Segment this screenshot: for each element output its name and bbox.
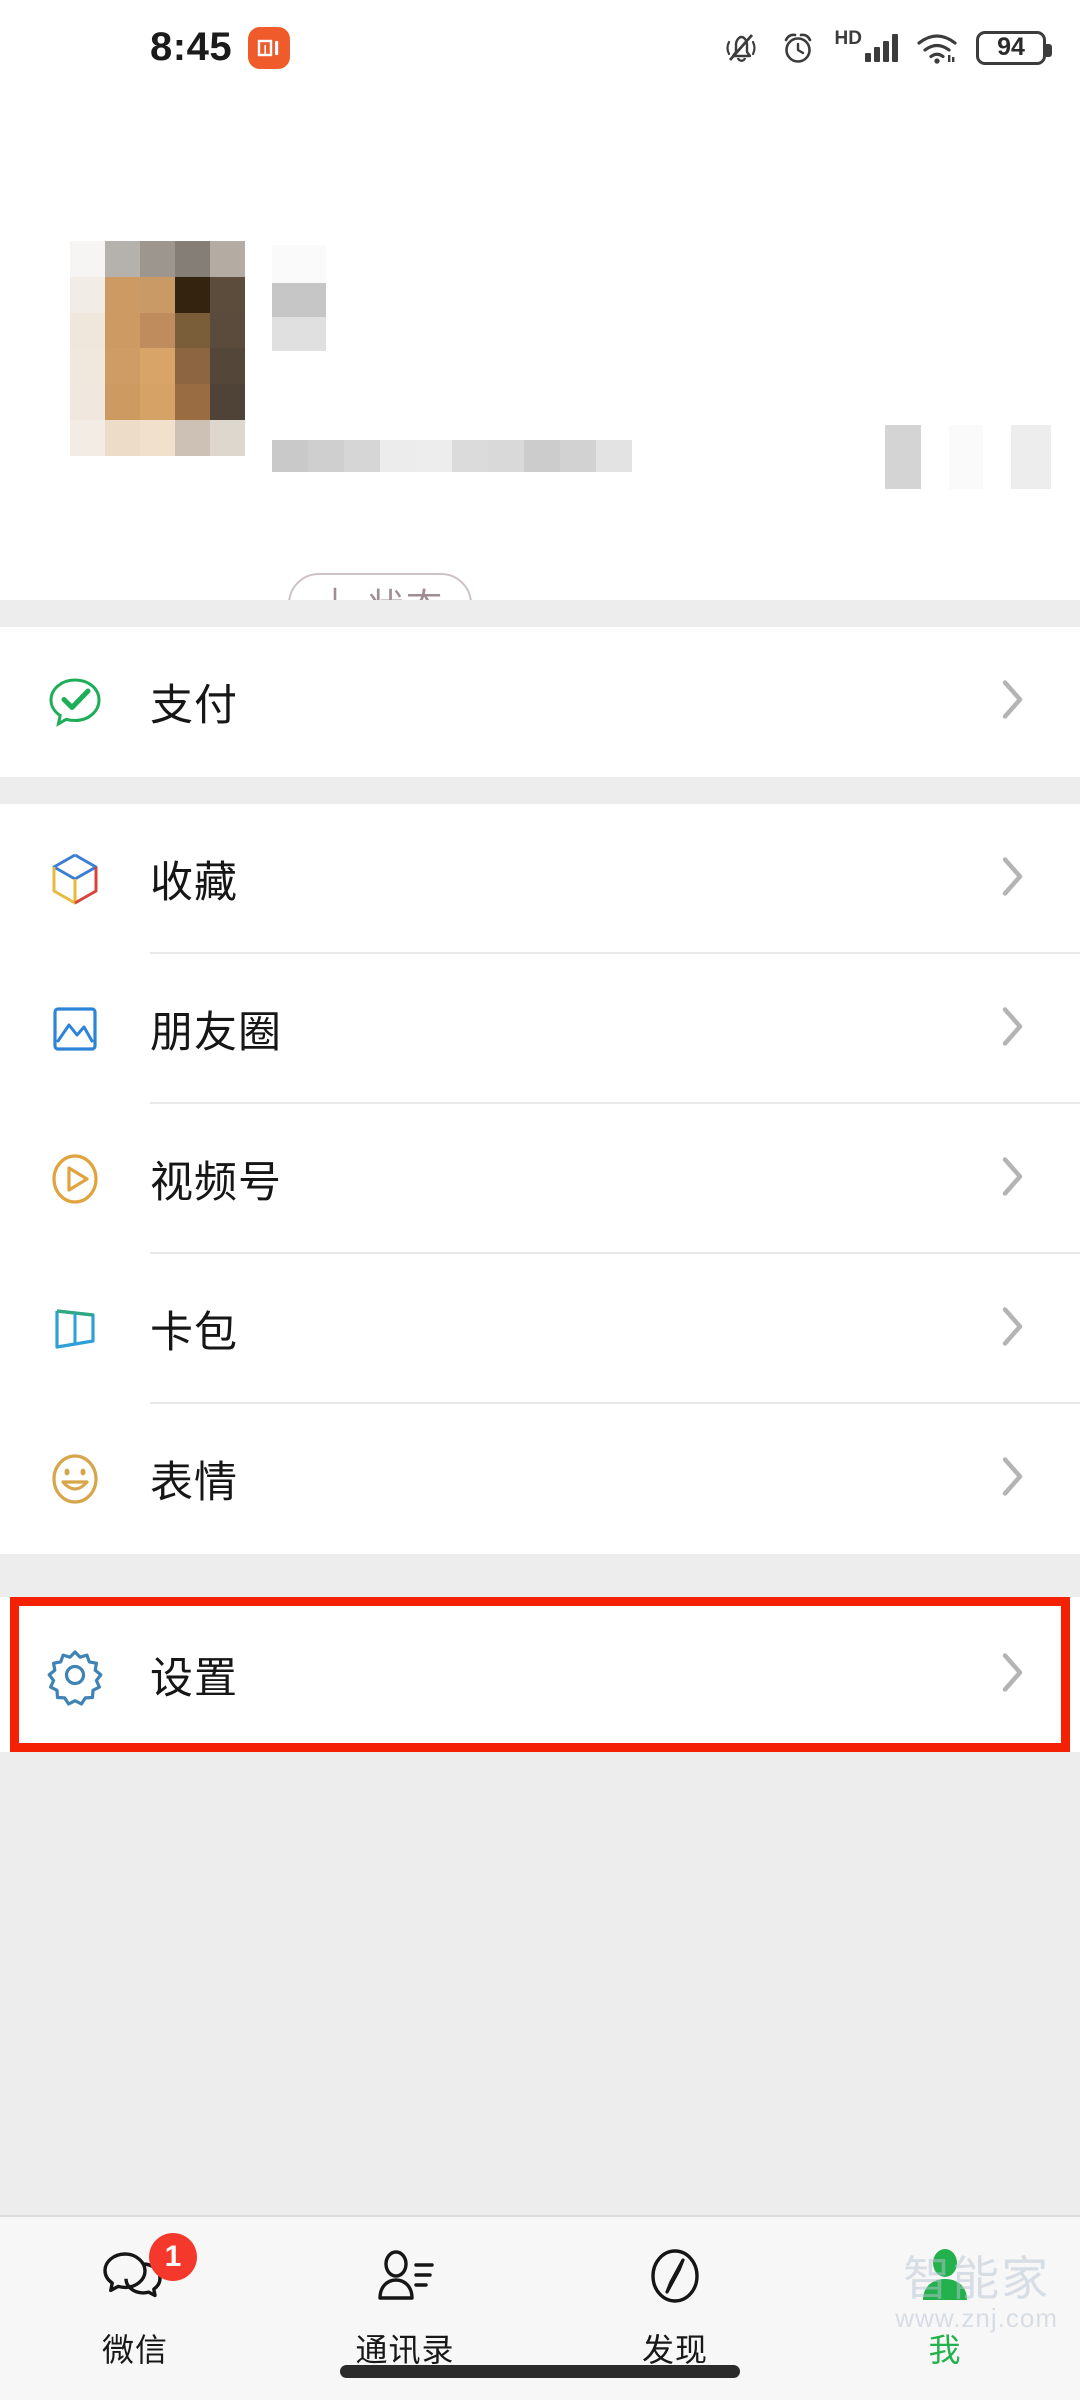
tab-wechat[interactable]: 1 微信 <box>0 2233 270 2371</box>
contacts-icon <box>369 2239 441 2313</box>
payment-icon <box>36 663 114 741</box>
id-blur-block <box>524 440 560 472</box>
menu-item-stickers[interactable]: 表情 <box>0 1404 1080 1554</box>
alarm-clock-icon <box>778 28 818 68</box>
name-blur-block <box>272 317 326 351</box>
profile-header[interactable]: ＋ 状态 <box>0 95 1080 635</box>
mute-bell-icon <box>721 28 761 68</box>
hd-label: HD <box>834 27 862 49</box>
id-blur-block <box>452 440 488 472</box>
stickers-icon <box>36 1440 114 1518</box>
qr-blur-block <box>949 425 983 489</box>
chevron-right-icon <box>998 1002 1028 1057</box>
menu-item-label: 视频号 <box>150 1159 282 1207</box>
discover-compass-icon <box>639 2239 711 2313</box>
menu-item-settings[interactable]: 设置 <box>0 1597 1080 1752</box>
battery-icon: 94 <box>976 30 1052 65</box>
menu-item-moments[interactable]: 朋友圈 <box>0 954 1080 1104</box>
menu-item-label: 收藏 <box>150 859 238 907</box>
menu-item-label: 支付 <box>150 682 238 730</box>
avatar[interactable] <box>70 241 245 456</box>
status-bar: 8:45 HD 94 <box>0 0 1080 95</box>
id-blur-block <box>344 440 380 472</box>
id-blur-block <box>488 440 524 472</box>
wechat-id <box>272 440 632 472</box>
profile-person-icon <box>909 2239 981 2313</box>
status-bar-time: 8:45 <box>150 25 233 69</box>
menu-item-payment[interactable]: 支付 <box>0 627 1080 777</box>
section-settings: 设置 <box>0 1597 1080 1752</box>
id-blur-block <box>416 440 452 472</box>
wifi-icon <box>915 30 959 66</box>
name-blur-block <box>272 245 326 283</box>
cards-icon <box>36 1290 114 1368</box>
section-payment: 支付 <box>0 627 1080 777</box>
menu-item-label: 表情 <box>150 1459 238 1507</box>
menu-item-cards[interactable]: 卡包 <box>0 1254 1080 1404</box>
menu-item-label: 朋友圈 <box>150 1009 282 1057</box>
signal-bars-icon <box>865 33 898 62</box>
tab-contacts[interactable]: 通讯录 <box>270 2239 540 2371</box>
id-blur-block <box>560 440 596 472</box>
settings-gear-icon <box>36 1636 114 1714</box>
menu-item-channels[interactable]: 视频号 <box>0 1104 1080 1254</box>
status-bar-right: HD 94 <box>721 28 1052 68</box>
mi-brand-icon <box>248 26 291 69</box>
chevron-right-icon <box>998 675 1028 730</box>
hd-signal-icon: HD <box>835 29 898 62</box>
tab-discover[interactable]: 发现 <box>540 2239 810 2371</box>
tab-label: 我 <box>928 2332 962 2368</box>
id-blur-block <box>308 440 344 472</box>
badge-count: 1 <box>149 2233 197 2281</box>
chevron-right-icon <box>998 1302 1028 1357</box>
chevron-right-icon <box>998 1152 1028 1207</box>
id-blur-block <box>380 440 416 472</box>
section-gap <box>0 600 1080 627</box>
menu-item-label: 卡包 <box>150 1309 238 1357</box>
qr-blur-block <box>885 425 921 489</box>
tab-me[interactable]: 我 <box>810 2239 1080 2371</box>
channels-icon <box>36 1140 114 1218</box>
battery-level: 94 <box>997 33 1025 61</box>
name-blur-block <box>272 283 326 317</box>
qr-code-icon[interactable] <box>885 425 1051 489</box>
section-services: 收藏 朋友圈 视频号 卡包 表情 <box>0 777 1080 1554</box>
home-indicator <box>340 2365 740 2378</box>
chat-bubbles-icon: 1 <box>99 2233 197 2313</box>
id-blur-block <box>596 440 632 472</box>
profile-name <box>272 245 326 351</box>
menu-item-label: 设置 <box>150 1654 238 1703</box>
status-bar-left: 8:45 <box>150 25 291 70</box>
bottom-tab-bar: 1 微信 通讯录 发现 我 <box>0 2215 1080 2400</box>
chevron-right-icon <box>998 1452 1028 1507</box>
tab-label: 微信 <box>101 2332 168 2368</box>
qr-blur-block <box>1011 425 1051 489</box>
moments-icon <box>36 990 114 1068</box>
menu-item-favorites[interactable]: 收藏 <box>0 804 1080 954</box>
chevron-right-icon <box>998 852 1028 907</box>
chevron-right-icon <box>998 1647 1028 1702</box>
id-blur-block <box>272 440 308 472</box>
favorites-icon <box>36 840 114 918</box>
section-gap <box>0 777 1080 804</box>
